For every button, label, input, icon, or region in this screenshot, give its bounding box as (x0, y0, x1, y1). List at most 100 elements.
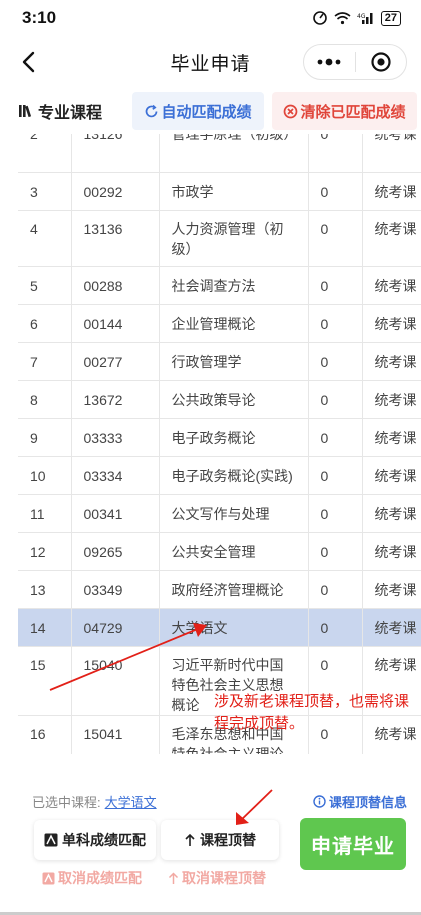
course-type: 统考课 (362, 380, 421, 419)
wifi-icon (334, 12, 351, 25)
row-number: 16 (18, 715, 72, 754)
course-table-body: 2 13126 管理学原理（初级） 0 统考课 3 00292 市政学 0 统考课 4 13136 人力… (18, 134, 421, 754)
course-name: 公文写作与处理 (159, 494, 309, 533)
auto-match-button[interactable]: 自动匹配成绩 (132, 92, 264, 130)
cancel-match-icon (42, 872, 55, 884)
course-type: 统考课 (362, 342, 421, 381)
course-name: 企业管理概论 (159, 304, 309, 343)
course-row[interactable]: 11 00341 公文写作与处理 0 统考课 (18, 494, 421, 533)
row-number: 14 (18, 608, 72, 647)
course-code: 00277 (71, 342, 160, 381)
course-code: 03334 (71, 456, 160, 495)
clear-match-button[interactable]: 清除已匹配成绩 (272, 92, 417, 130)
course-score: 0 (308, 172, 363, 211)
close-circle-icon (284, 104, 298, 118)
cancel-match-button[interactable]: 取消成绩匹配 (42, 868, 142, 888)
course-code: 09265 (71, 532, 160, 571)
auto-match-label: 自动匹配成绩 (161, 103, 252, 121)
replace-info-label: 课程顶替信息 (328, 795, 407, 810)
course-score: 0 (308, 494, 363, 533)
info-icon (313, 795, 326, 808)
match-icon (44, 833, 58, 847)
course-code: 13136 (71, 210, 160, 267)
course-code: 13672 (71, 380, 160, 419)
back-arrow-icon[interactable] (16, 48, 44, 76)
course-code: 13126 (71, 134, 160, 173)
course-table: 2 13126 管理学原理（初级） 0 统考课 3 00292 市政学 0 统考课 4 13136 人力… (18, 134, 421, 754)
course-replace-label: 课程顶替 (200, 832, 256, 848)
course-row[interactable]: 12 09265 公共安全管理 0 统考课 (18, 532, 421, 571)
course-replace-button[interactable]: 课程顶替 (161, 820, 279, 860)
course-type: 统考课 (362, 134, 421, 173)
course-score: 0 (308, 532, 363, 571)
course-score: 0 (308, 210, 363, 267)
selected-course-name[interactable]: 大学语文 (105, 792, 157, 811)
row-number: 15 (18, 646, 72, 716)
course-row[interactable]: 10 03334 电子政务概论(实践) 0 统考课 (18, 456, 421, 495)
refresh-icon (146, 104, 158, 117)
more-menu-button[interactable] (304, 58, 355, 66)
course-code: 03333 (71, 418, 160, 457)
single-match-label: 单科成绩匹配 (62, 832, 146, 848)
course-code: 03349 (71, 570, 160, 609)
course-row[interactable]: 2 13126 管理学原理（初级） 0 统考课 (18, 134, 421, 173)
course-code: 00288 (71, 266, 160, 305)
page-title: 毕业申请 (170, 53, 251, 75)
course-name: 政府经济管理概论 (159, 570, 309, 609)
row-number: 11 (18, 494, 72, 533)
status-bar: 3:10 4G 27 (0, 0, 421, 36)
course-row[interactable]: 7 00277 行政管理学 0 统考课 (18, 342, 421, 381)
course-row[interactable]: 14 04729 大学语文 0 统考课 (18, 608, 421, 647)
course-name: 电子政务概论 (159, 418, 309, 457)
course-name: 市政学 (159, 172, 309, 211)
course-row[interactable]: 4 13136 人力资源管理（初级） 0 统考课 (18, 210, 421, 267)
course-name: 电子政务概论(实践) (159, 456, 309, 495)
course-name: 社会调查方法 (159, 266, 309, 305)
course-row[interactable]: 3 00292 市政学 0 统考课 (18, 172, 421, 211)
course-row[interactable]: 9 03333 电子政务概论 0 统考课 (18, 418, 421, 457)
row-number: 10 (18, 456, 72, 495)
course-code: 15041 (71, 715, 160, 754)
replace-info-link[interactable]: 课程顶替信息 (313, 792, 407, 811)
course-name: 行政管理学 (159, 342, 309, 381)
course-row[interactable]: 5 00288 社会调查方法 0 统考课 (18, 266, 421, 305)
selected-course-row: 已选中课程: 大学语文 (32, 792, 157, 811)
cancel-replace-button[interactable]: 取消课程顶替 (168, 868, 266, 888)
course-type: 统考课 (362, 210, 421, 267)
apply-graduation-button[interactable]: 申请毕业 (300, 818, 406, 870)
course-row[interactable]: 8 13672 公共政策导论 0 统考课 (18, 380, 421, 419)
cancel-replace-label: 取消课程顶替 (182, 870, 266, 886)
course-type: 统考课 (362, 532, 421, 571)
svg-text:4G: 4G (357, 13, 366, 20)
more-dots-icon (317, 58, 341, 66)
section-title-text: 专业课程 (38, 105, 103, 122)
course-score: 0 (308, 380, 363, 419)
row-number: 13 (18, 570, 72, 609)
course-name: 大学语文 (159, 608, 309, 647)
single-match-button[interactable]: 单科成绩匹配 (34, 820, 156, 860)
course-score: 0 (308, 304, 363, 343)
course-row[interactable]: 13 03349 政府经济管理概论 0 统考课 (18, 570, 421, 609)
course-type: 统考课 (362, 494, 421, 533)
nav-bar: 毕业申请 (0, 38, 421, 86)
course-type: 统考课 (362, 608, 421, 647)
course-code: 00292 (71, 172, 160, 211)
row-number: 3 (18, 172, 72, 211)
course-type: 统考课 (362, 172, 421, 211)
status-icons: 4G 27 (312, 10, 401, 26)
course-score: 0 (308, 134, 363, 173)
course-score: 0 (308, 456, 363, 495)
course-name: 公共政策导论 (159, 380, 309, 419)
row-number: 9 (18, 418, 72, 457)
course-code: 15040 (71, 646, 160, 716)
data-saver-icon (312, 11, 327, 25)
course-type: 统考课 (362, 266, 421, 305)
status-time: 3:10 (22, 8, 57, 27)
row-number: 2 (18, 134, 72, 173)
course-name: 管理学原理（初级） (159, 134, 309, 173)
course-row[interactable]: 6 00144 企业管理概论 0 统考课 (18, 304, 421, 343)
cancel-up-arrow-icon (168, 871, 179, 884)
course-code: 00341 (71, 494, 160, 533)
books-icon (19, 105, 32, 118)
close-mini-program-button[interactable] (355, 51, 406, 73)
